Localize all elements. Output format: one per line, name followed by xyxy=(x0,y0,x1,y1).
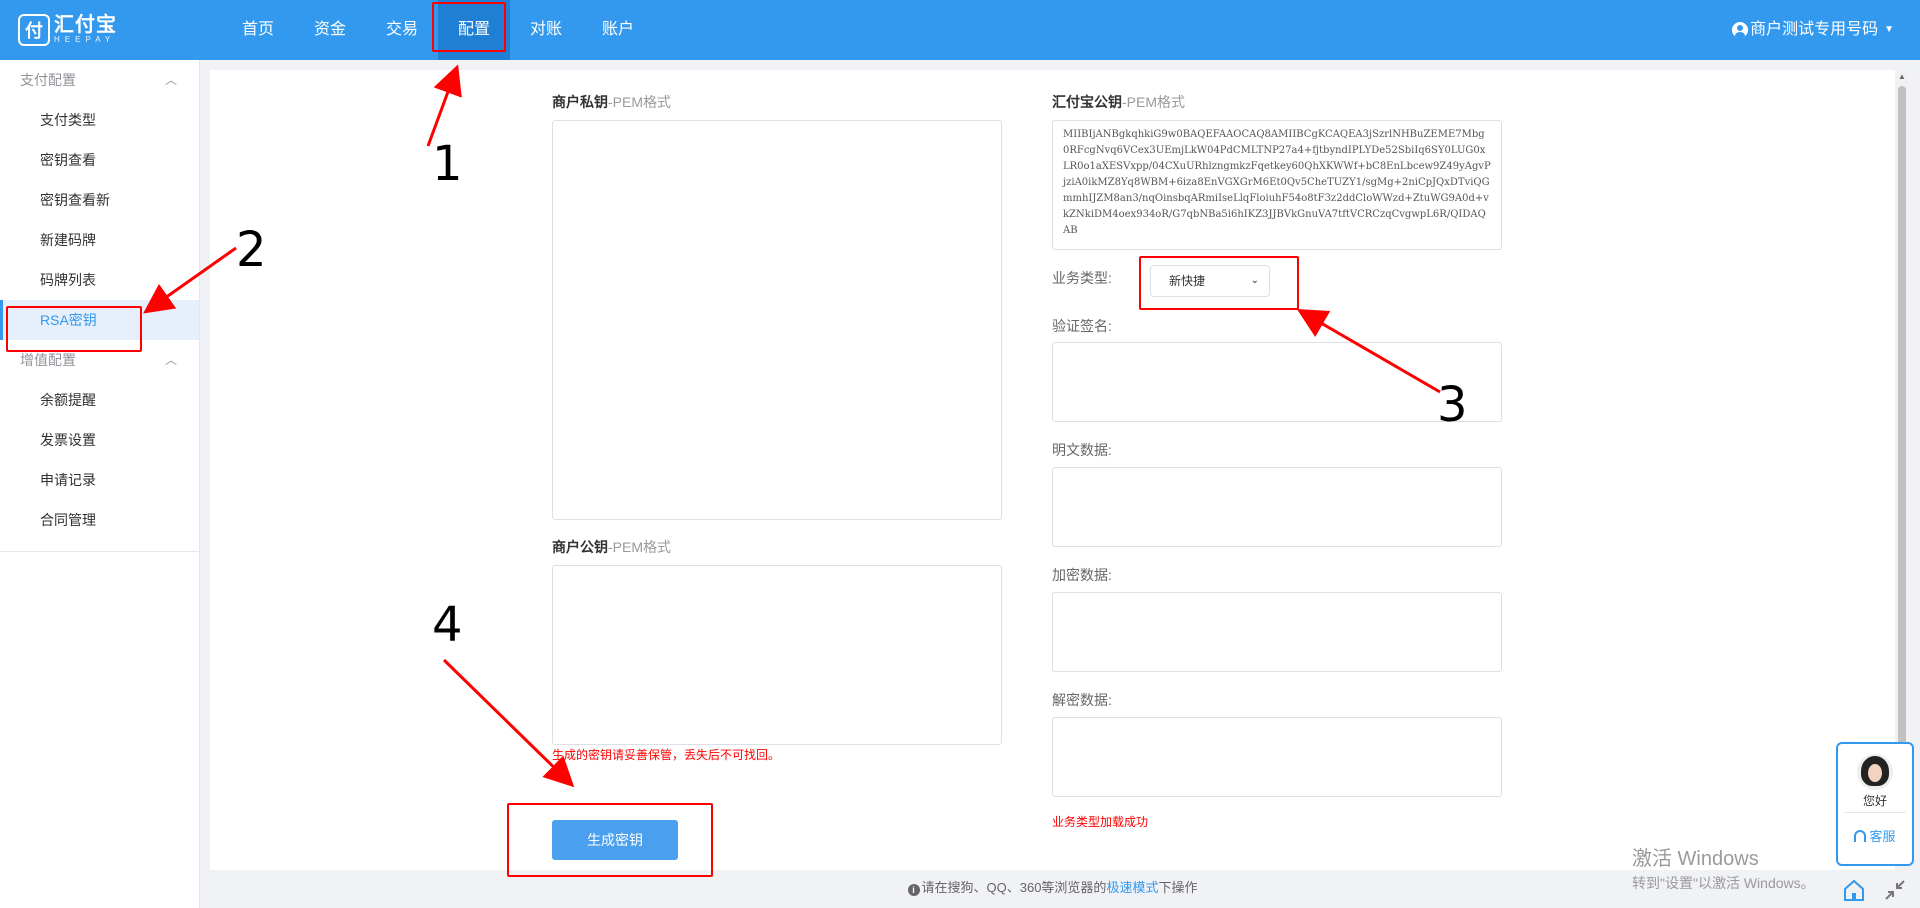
customer-service-separator xyxy=(1844,812,1906,813)
customer-service-button[interactable]: 客服 xyxy=(1838,826,1912,845)
annotation-arrows xyxy=(143,64,1441,788)
arrow-to-config-nav xyxy=(426,64,462,147)
home-icon[interactable] xyxy=(1841,877,1867,903)
customer-service-label: 客服 xyxy=(1869,829,1896,844)
arrow-to-generate xyxy=(442,658,575,788)
arrow-to-biz-type xyxy=(1296,308,1441,394)
shrink-icon[interactable] xyxy=(1882,877,1908,903)
customer-service-avatar xyxy=(1857,754,1893,790)
arrow-to-rsa-key xyxy=(143,246,237,314)
watermark-subtitle: 转到"设置"以激活 Windows。 xyxy=(1632,875,1815,891)
watermark-title: 激活 Windows xyxy=(1632,848,1759,870)
customer-service-widget[interactable]: 您好 客服 xyxy=(1836,742,1914,866)
customer-service-greeting: 您好 xyxy=(1862,794,1887,808)
headset-icon xyxy=(1854,830,1867,842)
windows-activation-watermark: 激活 Windows 转到"设置"以激活 Windows。 xyxy=(1632,842,1815,893)
